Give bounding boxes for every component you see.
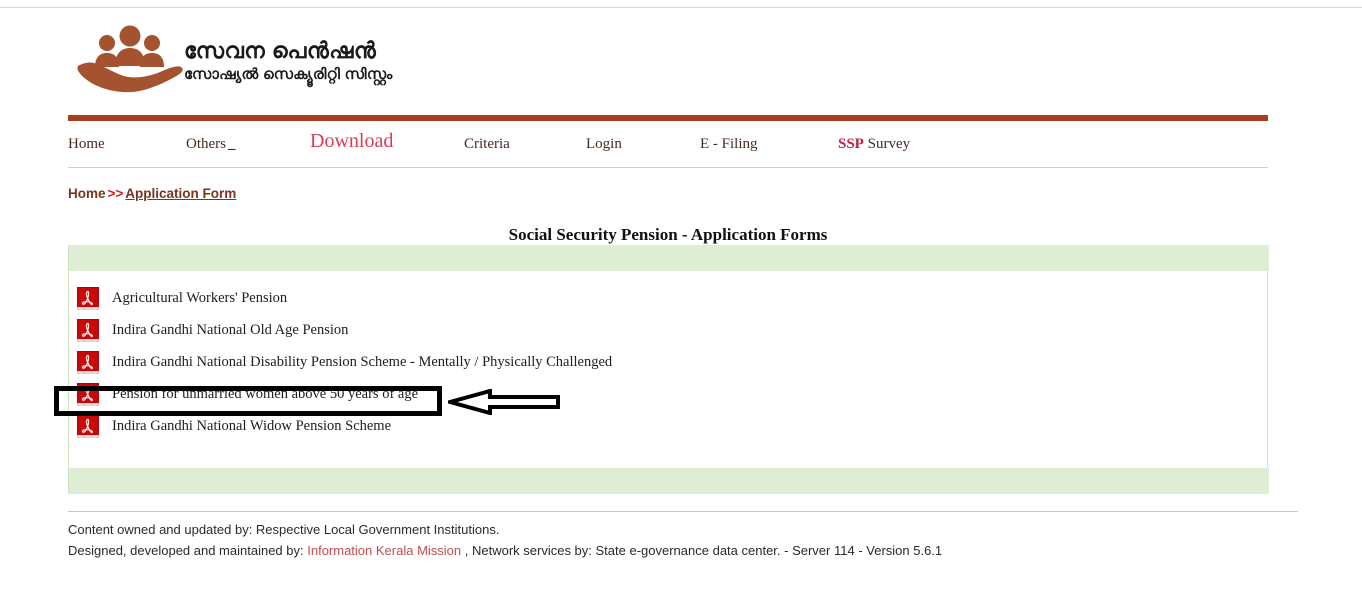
forms-panel: Agricultural Workers' Pension Indira Gan… — [68, 245, 1269, 494]
breadcrumb: Home >> Application Form — [68, 186, 236, 201]
header-accent-bar — [68, 115, 1268, 121]
list-item-label: Indira Gandhi National Widow Pension Sch… — [112, 417, 392, 434]
hand-holding-people-icon — [74, 22, 186, 96]
page-root: സേവന പെൻഷൻ സോഷ്യൽ സെക്യൂരിറ്റി സിസ്റ്റം … — [0, 0, 1362, 589]
list-item-label: Agricultural Workers' Pension — [112, 289, 288, 306]
list-item-label: Pension for unmarried women above 50 yea… — [112, 385, 419, 402]
pdf-icon — [77, 382, 99, 406]
footer-line-2-suffix: , Network services by: State e-governanc… — [461, 542, 943, 558]
list-item[interactable]: Indira Gandhi National Disability Pensio… — [69, 346, 1269, 378]
footer-line-1: Content owned and updated by: Respective… — [68, 522, 500, 537]
list-item[interactable]: Indira Gandhi National Old Age Pension — [69, 314, 1269, 346]
pdf-icon — [77, 318, 99, 342]
breadcrumb-home[interactable]: Home — [68, 186, 106, 201]
nav-label-criteria: Criteria — [464, 136, 510, 152]
nav-label-efiling: E - Filing — [700, 136, 758, 152]
panel-footer-bar — [69, 468, 1269, 494]
nav-item-login[interactable]: Login — [586, 136, 622, 153]
footer-line-2: Designed, developed and maintained by: I… — [68, 541, 1318, 562]
breadcrumb-separator: >> — [107, 186, 124, 201]
nav-item-others[interactable]: Others _ — [186, 136, 236, 153]
nav-label-ssp: SSP — [838, 136, 864, 152]
panel-header-bar — [69, 245, 1269, 271]
list-item[interactable]: Indira Gandhi National Widow Pension Sch… — [69, 410, 1269, 442]
list-item-label: Indira Gandhi National Old Age Pension — [112, 321, 349, 338]
main-navigation: Home Others _ Download Criteria Login E -… — [68, 126, 1268, 168]
footer-divider — [68, 511, 1298, 512]
list-item[interactable]: Agricultural Workers' Pension — [69, 282, 1269, 314]
site-footer: Content owned and updated by: Respective… — [68, 520, 1318, 562]
footer-line-2-prefix: Designed, developed and maintained by: — [68, 542, 308, 558]
brand-title: സേവന പെൻഷൻ — [184, 38, 377, 63]
nav-label-login: Login — [586, 136, 622, 152]
pdf-icon — [77, 350, 99, 374]
nav-item-efiling[interactable]: E - Filing — [700, 136, 758, 153]
list-item[interactable]: Pension for unmarried women above 50 yea… — [69, 378, 1269, 410]
nav-item-home[interactable]: Home — [68, 136, 105, 153]
nav-item-download[interactable]: Download — [310, 130, 393, 153]
nav-label-others: Others — [186, 136, 226, 152]
application-forms-list: Agricultural Workers' Pension Indira Gan… — [69, 282, 1269, 442]
information-kerala-mission-link[interactable]: Information Kerala Mission — [307, 543, 461, 558]
dropdown-indicator-icon: _ — [228, 136, 236, 152]
page-title: Social Security Pension - Application Fo… — [508, 225, 828, 245]
pdf-icon — [77, 414, 99, 438]
list-item-label: Indira Gandhi National Disability Pensio… — [112, 353, 613, 370]
site-header: സേവന പെൻഷൻ സോഷ്യൽ സെക്യൂരിറ്റി സിസ്റ്റം — [68, 18, 1268, 106]
top-divider — [0, 7, 1362, 8]
brand-text-block: സേവന പെൻഷൻ സോഷ്യൽ സെക്യൂരിറ്റി സിസ്റ്റം — [184, 38, 393, 85]
brand-subtitle: സോഷ്യൽ സെക്യൂരിറ്റി സിസ്റ്റം — [184, 66, 393, 84]
breadcrumb-application-form[interactable]: Application Form — [125, 186, 236, 201]
nav-label-download: Download — [310, 130, 394, 152]
nav-item-criteria[interactable]: Criteria — [464, 136, 510, 153]
nav-label-survey: Survey — [863, 136, 911, 152]
nav-label-home: Home — [68, 136, 105, 152]
nav-item-ssp-survey[interactable]: SSP Survey — [838, 136, 910, 153]
pdf-icon — [77, 286, 99, 310]
